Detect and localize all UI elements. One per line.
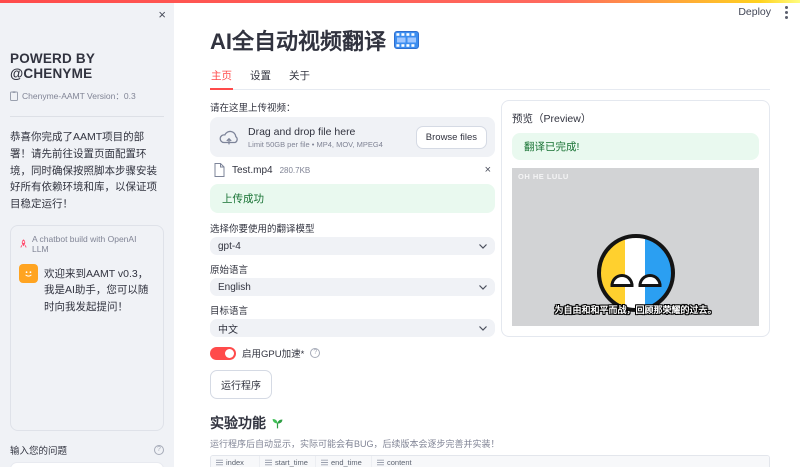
chatbot-container: A chatbot build with OpenAI LLM 欢迎来到AAMT… xyxy=(10,224,164,431)
chatbot-caption-text: A chatbot build with OpenAI LLM xyxy=(32,233,137,254)
chevron-down-icon xyxy=(479,325,487,331)
source-language-select[interactable]: English xyxy=(210,278,495,296)
video-watermark: OH HE LULU xyxy=(518,172,569,181)
deploy-button[interactable]: Deploy xyxy=(738,6,771,18)
question-label-row: 输入您的问题 ? xyxy=(10,443,164,457)
model-select[interactable]: gpt-4 xyxy=(210,237,495,255)
version-text: Chenyme-AAMT Version：0.3 xyxy=(22,91,136,101)
experimental-caption: 运行程序后自动显示，实际可能会有BUG，后续版本会逐步完善并实装！ xyxy=(210,439,500,449)
upload-and-form-column: 请在这里上传视频： Drag and drop file here Limit … xyxy=(210,100,495,399)
source-language-value: English xyxy=(218,281,251,293)
help-icon[interactable]: ? xyxy=(154,444,164,455)
dropzone-title: Drag and drop file here xyxy=(248,125,356,138)
assistant-avatar-icon xyxy=(19,263,38,283)
tab-settings[interactable]: 设置 xyxy=(249,65,272,89)
help-icon[interactable]: ? xyxy=(310,348,321,358)
gpu-toggle-row: 启用GPU加速* ? xyxy=(210,346,495,360)
column-header-content[interactable]: content xyxy=(371,456,769,467)
upload-success-alert: 上传成功 xyxy=(210,184,495,213)
question-label: 输入您的问题 xyxy=(10,445,68,457)
chevron-down-icon xyxy=(479,243,487,249)
chat-message: 欢迎来到AAMT v0.3，我是AI助手，您可以随时向我发起提问！ xyxy=(19,263,155,315)
column-type-icon xyxy=(216,459,223,466)
target-language-select[interactable]: 中文 xyxy=(210,319,495,337)
upload-label: 请在这里上传视频： xyxy=(210,103,296,114)
sprout-icon xyxy=(271,417,284,430)
translation-done-alert: 翻译已完成! xyxy=(512,133,759,160)
question-input[interactable] xyxy=(10,461,164,467)
video-player[interactable]: OH HE LULU 为自由和和平而战，回顾那荣耀的过去。 xyxy=(512,168,759,326)
countryball-eye xyxy=(638,274,661,287)
subtitle-table: index start_time end_time content 1 00:0… xyxy=(210,455,770,467)
run-button[interactable]: 运行程序 xyxy=(210,370,272,399)
countryball-eye xyxy=(610,274,633,287)
source-language-label: 原始语言 xyxy=(210,265,249,276)
kebab-menu-icon[interactable] xyxy=(785,10,788,14)
file-size: 280.7KB xyxy=(279,165,311,175)
column-header-index[interactable]: index xyxy=(211,456,259,467)
film-icon xyxy=(394,31,420,49)
gpu-toggle-label: 启用GPU加速* xyxy=(242,349,305,360)
tab-bar: 主页 设置 关于 xyxy=(210,65,770,90)
countryball-character xyxy=(596,234,675,312)
model-select-value: gpt-4 xyxy=(218,240,241,252)
rocket-icon xyxy=(19,239,28,249)
sidebar-version-caption: Chenyme-AAMT Version：0.3 xyxy=(10,90,164,102)
tab-home[interactable]: 主页 xyxy=(210,65,233,90)
dropzone-hint: Limit 50GB per file • MP4, MOV, MPEG4 xyxy=(248,139,383,149)
sidebar-close-icon[interactable]: × xyxy=(158,8,166,21)
dropzone-texts: Drag and drop file here Limit 50GB per f… xyxy=(248,126,408,149)
sidebar: × POWERD BY @CHENYME Chenyme-AAMT Versio… xyxy=(0,3,174,467)
column-type-icon xyxy=(321,459,328,466)
chatbot-caption: A chatbot build with OpenAI LLM xyxy=(19,234,155,254)
table-header-row: index start_time end_time content xyxy=(211,456,769,467)
preview-title: 预览（Preview） xyxy=(512,113,592,125)
column-header-end-time[interactable]: end_time xyxy=(315,456,371,467)
page-title: AI全自动视频翻译 xyxy=(210,29,387,54)
sidebar-divider xyxy=(10,116,164,117)
countryball-eyes xyxy=(610,274,661,287)
app-window: Deploy × POWERD BY @CHENYME Chenyme-AAMT… xyxy=(0,0,800,467)
tab-about[interactable]: 关于 xyxy=(288,65,311,89)
toggle-knob xyxy=(225,348,234,358)
file-icon xyxy=(214,163,225,177)
browse-files-button[interactable]: Browse files xyxy=(415,125,487,149)
sidebar-welcome-text: 恭喜你完成了AAMT项目的部署！请先前往设置页面配置环境，同时确保按照脚本步骤安… xyxy=(10,131,157,211)
model-label: 选择你要使用的翻译模型 xyxy=(210,224,315,235)
uploaded-file-row: Test.mp4 280.7KB × xyxy=(210,161,495,179)
column-type-icon xyxy=(377,459,384,466)
column-type-icon xyxy=(265,459,272,466)
experimental-title: 实验功能 xyxy=(210,415,266,431)
column-header-start-time[interactable]: start_time xyxy=(259,456,315,467)
remove-file-icon[interactable]: × xyxy=(485,164,491,176)
file-dropzone[interactable]: Drag and drop file here Limit 50GB per f… xyxy=(210,117,495,157)
target-language-value: 中文 xyxy=(218,324,238,336)
clipboard-icon xyxy=(10,91,18,101)
cloud-upload-icon xyxy=(218,129,240,146)
preview-card: 预览（Preview） 翻译已完成! OH HE LULU 为自由和和平而战，回… xyxy=(501,100,770,337)
video-subtitle: 为自由和和平而战，回顾那荣耀的过去。 xyxy=(554,305,717,315)
preview-column: 预览（Preview） 翻译已完成! OH HE LULU 为自由和和平而战，回… xyxy=(501,100,770,337)
top-toolbar: Deploy xyxy=(738,6,792,18)
chat-message-text: 欢迎来到AAMT v0.3，我是AI助手，您可以随时向我发起提问！ xyxy=(44,267,149,313)
main-content: AI全自动视频翻译 主页 设置 关于 请在这里上传视频： Drag and dr… xyxy=(210,0,770,467)
gpu-toggle[interactable] xyxy=(210,346,236,360)
file-name: Test.mp4 xyxy=(232,164,273,176)
sidebar-title: POWERD BY @CHENYME xyxy=(10,51,95,81)
target-language-label: 目标语言 xyxy=(210,306,249,317)
chevron-down-icon xyxy=(479,284,487,290)
